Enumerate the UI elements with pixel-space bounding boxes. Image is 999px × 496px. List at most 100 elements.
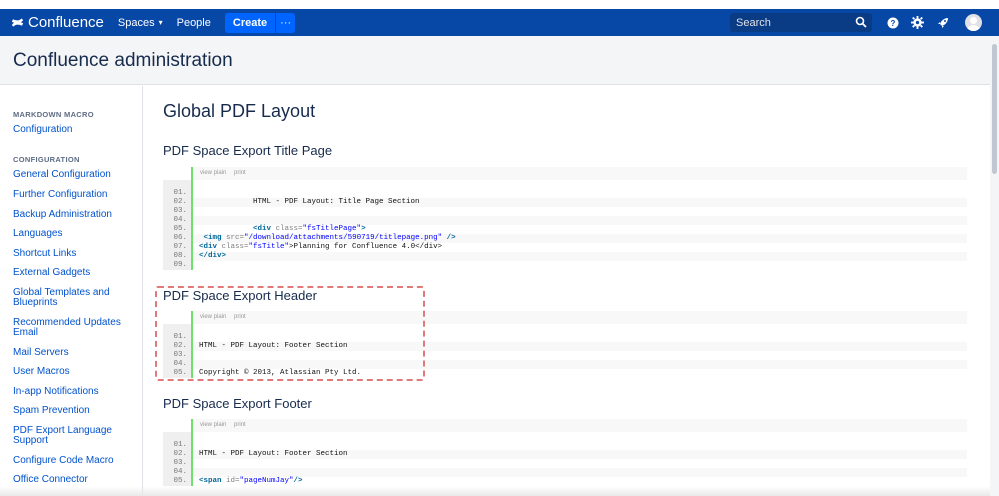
sidebar-item-shortcut-links[interactable]: Shortcut Links	[13, 249, 133, 259]
line-number: 03.	[163, 207, 191, 216]
sidebar-item-configure-code-macro[interactable]: Configure Code Macro	[13, 456, 133, 466]
code-toolbar: view plain print	[191, 419, 967, 432]
line-number: 01.	[163, 333, 191, 342]
code-text	[191, 459, 967, 468]
sidebar-item-markdown-configuration[interactable]: Configuration	[13, 125, 133, 135]
sidebar-item-general-configuration[interactable]: General Configuration	[13, 170, 133, 180]
line-number: 02.	[163, 198, 191, 207]
create-more-button[interactable]: ···	[275, 12, 296, 33]
search-box[interactable]	[730, 13, 872, 32]
confluence-logo-icon	[11, 18, 24, 27]
code-line: 04.	[163, 360, 967, 369]
code-text: </div>	[191, 252, 967, 261]
code-text	[191, 216, 967, 225]
code-line: 04.	[163, 468, 967, 477]
code-line: 08. </div>	[163, 252, 967, 261]
rocket-icon[interactable]	[934, 14, 951, 31]
code-line: 03.	[163, 351, 967, 360]
code-line: 02. HTML - PDF Layout: Footer Section	[163, 450, 967, 459]
print-link[interactable]: print	[234, 170, 246, 176]
sidebar-item-recommended-updates-email[interactable]: Recommended Updates Email	[13, 318, 133, 338]
sidebar-item-languages[interactable]: Languages	[13, 229, 133, 239]
code-text: <span id="pageNumJay"/>	[191, 477, 967, 486]
code-line: 05. <span id="pageNumJay"/>	[163, 477, 967, 486]
svg-text:?: ?	[890, 19, 895, 28]
line-number: 01.	[163, 441, 191, 450]
spaces-label: Spaces	[117, 16, 155, 29]
line-number: 06.	[163, 234, 191, 243]
people-link[interactable]: People	[177, 17, 211, 29]
sidebar-item-spam-prevention[interactable]: Spam Prevention	[13, 406, 133, 416]
help-icon[interactable]: ?	[884, 14, 901, 31]
line-number: 05.	[163, 225, 191, 234]
sidebar-heading-configuration: CONFIGURATION	[13, 155, 80, 164]
search-icon[interactable]	[855, 16, 867, 28]
code-text	[191, 189, 967, 198]
line-number: 04.	[163, 216, 191, 225]
scrollbar-thumb[interactable]	[992, 44, 997, 174]
line-number: 02.	[163, 450, 191, 459]
sidebar-item-backup-administration[interactable]: Backup Administration	[13, 210, 133, 220]
create-button[interactable]: Create	[224, 12, 276, 33]
chevron-down-icon: ▾	[158, 18, 163, 27]
print-link[interactable]: print	[234, 422, 246, 428]
code-line: 02. HTML - PDF Layout: Title Page Sectio…	[163, 198, 967, 207]
avatar[interactable]	[965, 14, 982, 31]
spaces-menu[interactable]: Spaces ▾	[118, 17, 163, 29]
code-line: 01.	[163, 333, 967, 342]
code-spacer	[163, 180, 967, 189]
code-text	[191, 360, 967, 369]
search-input[interactable]	[730, 16, 850, 29]
print-link[interactable]: print	[234, 314, 246, 320]
code-spacer	[163, 432, 967, 441]
line-number: 03.	[163, 351, 191, 360]
code-text: HTML - PDF Layout: Footer Section	[191, 450, 967, 459]
page-title: Global PDF Layout	[163, 101, 316, 121]
page-header-title: Confluence administration	[13, 50, 233, 71]
scrollbar[interactable]	[990, 36, 999, 496]
line-number: 08.	[163, 252, 191, 261]
sidebar-heading-markdown-macro: MARKDOWN MACRO	[13, 110, 94, 119]
sidebar-item-global-templates[interactable]: Global Templates and Blueprints	[13, 288, 133, 308]
sidebar-item-external-gadgets[interactable]: External Gadgets	[13, 268, 133, 278]
people-label: People	[176, 16, 211, 29]
code-line: 05. Copyright © 2013, Atlassian Pty Ltd.	[163, 369, 967, 378]
code-text: HTML - PDF Layout: Footer Section	[191, 342, 967, 351]
sidebar-item-office-connector[interactable]: Office Connector	[13, 475, 133, 485]
confluence-logo[interactable]: Confluence	[11, 14, 104, 31]
bottom-edge	[0, 486, 990, 496]
view-plain-link[interactable]: view plain	[200, 314, 226, 320]
code-text	[191, 207, 967, 216]
code-line: 09.	[163, 261, 967, 270]
code-line: 01.	[163, 441, 967, 450]
line-number: 04.	[163, 360, 191, 369]
admin-sidebar: MARKDOWN MACRO Configuration CONFIGURATI…	[0, 86, 143, 496]
sidebar-item-in-app-notifications[interactable]: In-app Notifications	[13, 387, 133, 397]
code-line: 05. <div class="fsTitlePage">	[163, 225, 967, 234]
sidebar-item-user-macros[interactable]: User Macros	[13, 367, 133, 377]
code-spacer	[163, 324, 967, 333]
top-navigation-bar: Confluence Spaces ▾ People Create ··· ?	[0, 9, 999, 36]
code-line: 07. <div class="fsTitle">Planning for Con…	[163, 243, 967, 252]
code-text	[191, 351, 967, 360]
view-plain-link[interactable]: view plain	[200, 422, 226, 428]
line-number: 09.	[163, 261, 191, 270]
code-toolbar: view plain print	[191, 167, 967, 180]
code-block-header: view plain print 01. 02. HTML - PDF Layou…	[163, 311, 967, 378]
code-text	[191, 441, 967, 450]
gear-icon[interactable]	[909, 14, 926, 31]
line-number: 05.	[163, 477, 191, 486]
view-plain-link[interactable]: view plain	[200, 170, 226, 176]
code-block-footer: view plain print 01. 02. HTML - PDF Layou…	[163, 419, 967, 486]
code-toolbar: view plain print	[191, 311, 967, 324]
line-number: 04.	[163, 468, 191, 477]
code-line: 01.	[163, 189, 967, 198]
sidebar-item-mail-servers[interactable]: Mail Servers	[13, 348, 133, 358]
sidebar-item-further-configuration[interactable]: Further Configuration	[13, 190, 133, 200]
line-number: 05.	[163, 369, 191, 378]
code-text: <img src="/download/attachments/590719/t…	[191, 234, 967, 243]
sidebar-item-pdf-export-language-support[interactable]: PDF Export Language Support	[13, 426, 133, 446]
main-content: Global PDF Layout PDF Space Export Title…	[144, 86, 990, 496]
code-text: <div class="fsTitle">Planning for Conflu…	[191, 243, 967, 252]
brand-name: Confluence	[28, 14, 104, 31]
